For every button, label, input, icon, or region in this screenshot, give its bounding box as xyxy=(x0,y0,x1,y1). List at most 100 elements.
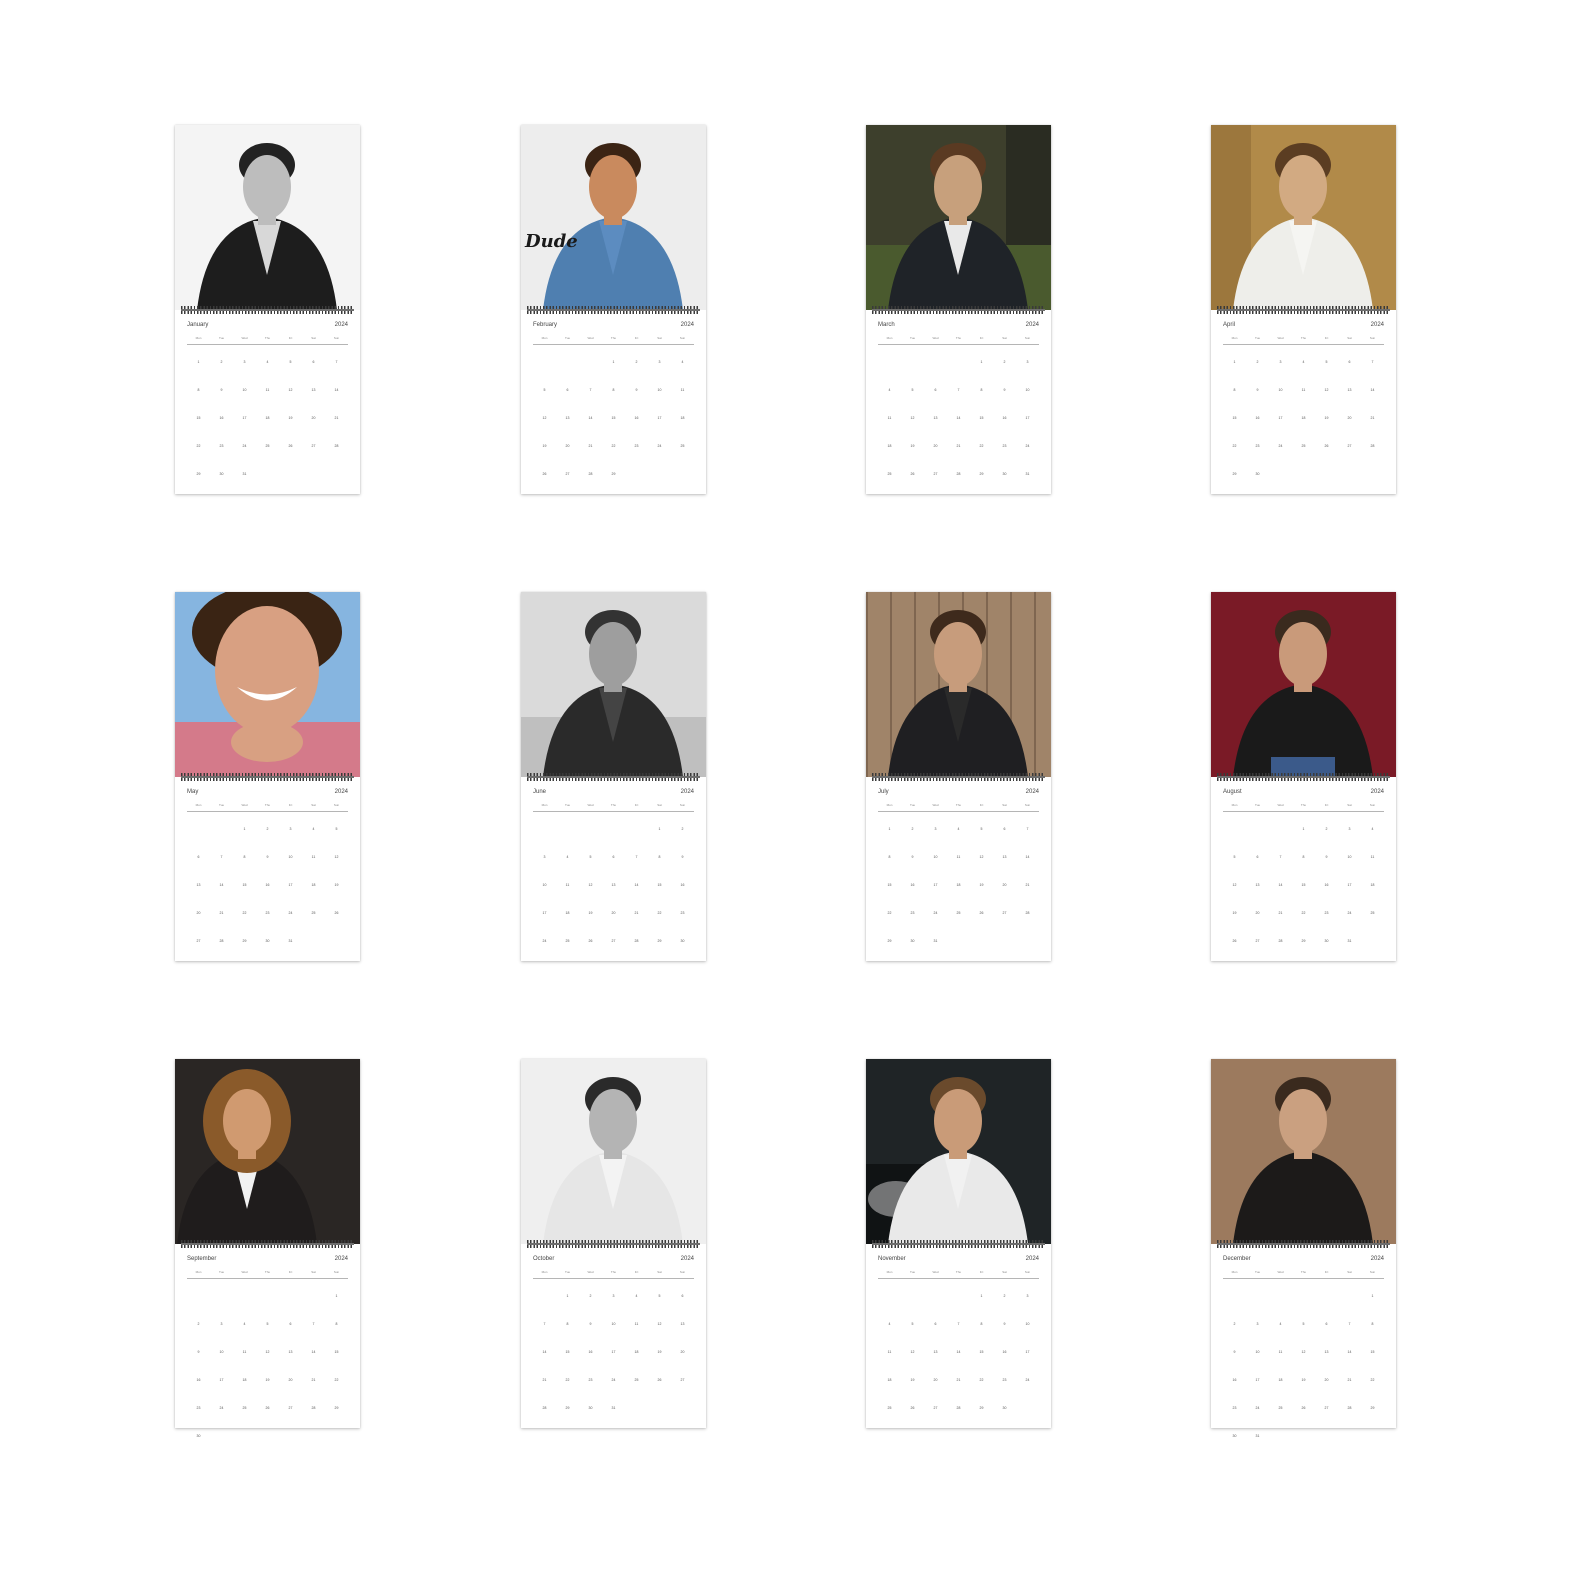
day-cell[interactable]: 21 xyxy=(1269,902,1292,930)
day-cell[interactable]: 6 xyxy=(1315,1313,1338,1341)
day-cell[interactable]: 17 xyxy=(1269,407,1292,435)
day-cell[interactable]: 11 xyxy=(302,846,325,874)
day-cell[interactable]: 28 xyxy=(302,1397,325,1425)
day-cell[interactable]: 15 xyxy=(325,1341,348,1369)
day-cell[interactable]: 11 xyxy=(671,379,694,407)
day-cell[interactable]: 7 xyxy=(533,1313,556,1341)
day-cell[interactable]: 10 xyxy=(210,1341,233,1369)
day-cell[interactable]: 18 xyxy=(302,874,325,902)
day-cell[interactable]: 8 xyxy=(648,846,671,874)
day-cell[interactable]: 6 xyxy=(602,846,625,874)
day-cell[interactable]: 17 xyxy=(1016,1341,1039,1369)
day-cell[interactable]: 16 xyxy=(625,407,648,435)
day-cell[interactable]: 4 xyxy=(256,351,279,379)
day-cell[interactable]: 30 xyxy=(1246,463,1269,491)
day-cell[interactable]: 5 xyxy=(279,351,302,379)
day-cell[interactable]: 25 xyxy=(947,902,970,930)
day-cell[interactable]: 22 xyxy=(602,435,625,463)
day-cell[interactable]: 27 xyxy=(993,902,1016,930)
day-cell[interactable]: 27 xyxy=(1315,1397,1338,1425)
calendar-page-april[interactable]: April 2024 Mon Tue Wed Thu Fri Sat Sun 1 2 3 4 5 6 7 8 9 1… xyxy=(1211,125,1396,494)
day-cell[interactable]: 7 xyxy=(1361,351,1384,379)
day-cell[interactable]: 28 xyxy=(1016,902,1039,930)
day-cell[interactable]: 13 xyxy=(1315,1341,1338,1369)
day-cell[interactable]: 18 xyxy=(1269,1369,1292,1397)
day-cell[interactable]: 16 xyxy=(671,874,694,902)
day-cell[interactable]: 27 xyxy=(187,930,210,958)
day-cell[interactable]: 25 xyxy=(1269,1397,1292,1425)
day-cell[interactable]: 16 xyxy=(901,874,924,902)
day-cell[interactable]: 5 xyxy=(533,379,556,407)
day-cell[interactable]: 5 xyxy=(325,818,348,846)
day-cell[interactable]: 12 xyxy=(325,846,348,874)
day-cell[interactable]: 27 xyxy=(924,1397,947,1425)
day-cell[interactable]: 14 xyxy=(625,874,648,902)
day-cell[interactable]: 12 xyxy=(901,1341,924,1369)
day-cell[interactable]: 23 xyxy=(256,902,279,930)
day-cell[interactable]: 24 xyxy=(1246,1397,1269,1425)
day-cell[interactable]: 16 xyxy=(1223,1369,1246,1397)
day-cell[interactable]: 3 xyxy=(1269,351,1292,379)
calendar-page-september[interactable]: September 2024 Mon Tue Wed Thu Fri Sat Sun 1 2 3 4 5 6… xyxy=(175,1059,360,1438)
day-cell[interactable]: 30 xyxy=(1315,930,1338,958)
day-cell[interactable]: 22 xyxy=(556,1369,579,1397)
day-cell[interactable]: 28 xyxy=(1338,1397,1361,1425)
day-cell[interactable]: 24 xyxy=(1016,1369,1039,1397)
day-cell[interactable]: 14 xyxy=(1016,846,1039,874)
day-cell[interactable]: 8 xyxy=(556,1313,579,1341)
day-cell[interactable]: 26 xyxy=(1292,1397,1315,1425)
day-cell[interactable]: 3 xyxy=(1016,351,1039,379)
day-cell[interactable]: 15 xyxy=(556,1341,579,1369)
day-cell[interactable]: 2 xyxy=(256,818,279,846)
day-cell[interactable]: 27 xyxy=(556,463,579,491)
day-cell[interactable]: 6 xyxy=(993,818,1016,846)
day-cell[interactable]: 15 xyxy=(1292,874,1315,902)
day-cell[interactable]: 2 xyxy=(210,351,233,379)
day-cell[interactable]: 29 xyxy=(1292,930,1315,958)
day-cell[interactable]: 21 xyxy=(1338,1369,1361,1397)
day-cell[interactable]: 26 xyxy=(325,902,348,930)
day-cell[interactable]: 18 xyxy=(1361,874,1384,902)
day-cell[interactable]: 28 xyxy=(210,930,233,958)
day-cell[interactable]: 17 xyxy=(210,1369,233,1397)
day-cell[interactable]: 25 xyxy=(671,435,694,463)
day-cell[interactable]: 22 xyxy=(970,435,993,463)
day-cell[interactable]: 31 xyxy=(924,930,947,958)
day-cell[interactable]: 19 xyxy=(970,874,993,902)
day-cell[interactable]: 10 xyxy=(648,379,671,407)
day-cell[interactable]: 10 xyxy=(533,874,556,902)
day-cell[interactable]: 9 xyxy=(901,846,924,874)
day-cell[interactable]: 8 xyxy=(325,1313,348,1341)
day-cell[interactable]: 7 xyxy=(325,351,348,379)
day-cell[interactable]: 13 xyxy=(1338,379,1361,407)
day-cell[interactable]: 23 xyxy=(993,1369,1016,1397)
day-cell[interactable]: 7 xyxy=(302,1313,325,1341)
calendar-page-june[interactable]: June 2024 Mon Tue Wed Thu Fri Sat Sun 1 2 3 4 5 6 7 8 9 10… xyxy=(521,592,706,961)
day-cell[interactable]: 20 xyxy=(671,1341,694,1369)
day-cell[interactable]: 14 xyxy=(1361,379,1384,407)
day-cell[interactable]: 1 xyxy=(878,818,901,846)
day-cell[interactable]: 8 xyxy=(602,379,625,407)
day-cell[interactable]: 20 xyxy=(302,407,325,435)
day-cell[interactable]: 1 xyxy=(1223,351,1246,379)
day-cell[interactable]: 21 xyxy=(947,1369,970,1397)
day-cell[interactable]: 13 xyxy=(671,1313,694,1341)
day-cell[interactable]: 3 xyxy=(233,351,256,379)
day-cell[interactable]: 4 xyxy=(947,818,970,846)
day-cell[interactable]: 8 xyxy=(187,379,210,407)
day-cell[interactable]: 8 xyxy=(878,846,901,874)
day-cell[interactable]: 3 xyxy=(1016,1285,1039,1313)
day-cell[interactable]: 1 xyxy=(648,818,671,846)
day-cell[interactable]: 25 xyxy=(256,435,279,463)
day-cell[interactable]: 23 xyxy=(671,902,694,930)
day-cell[interactable]: 14 xyxy=(302,1341,325,1369)
day-cell[interactable]: 3 xyxy=(648,351,671,379)
day-cell[interactable]: 19 xyxy=(256,1369,279,1397)
day-cell[interactable]: 11 xyxy=(1292,379,1315,407)
day-cell[interactable]: 24 xyxy=(924,902,947,930)
day-cell[interactable]: 22 xyxy=(648,902,671,930)
day-cell[interactable]: 10 xyxy=(279,846,302,874)
day-cell[interactable]: 22 xyxy=(1292,902,1315,930)
day-cell[interactable]: 22 xyxy=(970,1369,993,1397)
day-cell[interactable]: 29 xyxy=(233,930,256,958)
